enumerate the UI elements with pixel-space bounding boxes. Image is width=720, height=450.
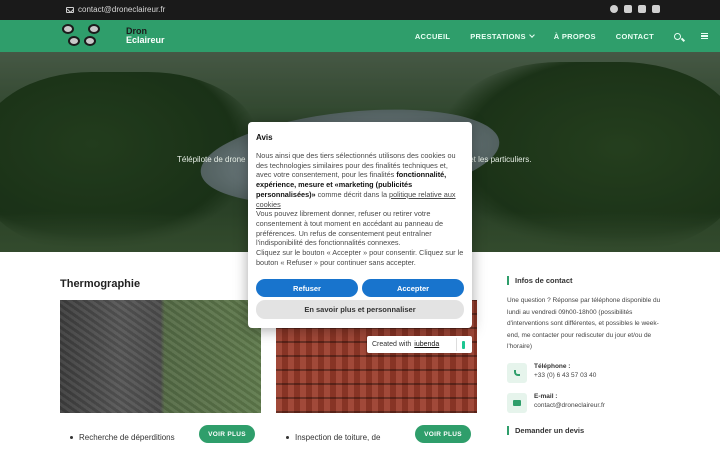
iubenda-badge[interactable]: Created with iubenda bbox=[367, 336, 472, 353]
nav-item-contact[interactable]: CONTACT bbox=[616, 32, 654, 41]
social-links bbox=[610, 5, 660, 13]
consent-p1-after: comme décrit dans la bbox=[315, 189, 390, 199]
hero-subtitle-left: Télépilote de drone bbox=[177, 155, 246, 164]
accept-button[interactable]: Accepter bbox=[362, 279, 464, 297]
nav-item-accueil[interactable]: ACCUEIL bbox=[415, 32, 450, 41]
card-1-bullet-text: Recherche de déperditions bbox=[79, 433, 175, 442]
drone-logo-icon bbox=[62, 24, 122, 48]
refuse-button[interactable]: Refuser bbox=[256, 279, 358, 297]
iubenda-logo-icon bbox=[456, 338, 469, 351]
iubenda-created-with: Created with bbox=[372, 341, 412, 348]
card-1-bullet: Recherche de déperditions bbox=[70, 433, 175, 442]
nav-item-prestations[interactable]: PRESTATIONS bbox=[470, 31, 535, 41]
search-icon[interactable] bbox=[674, 32, 681, 40]
devis-heading: Demander un devis bbox=[507, 426, 584, 435]
logo-line-2: Eclaireur bbox=[126, 35, 165, 45]
topbar-email[interactable]: contact@droneclaireur.fr bbox=[66, 5, 165, 14]
card-2-voir-plus-button[interactable]: VOIR PLUS bbox=[415, 425, 471, 443]
phone-icon bbox=[507, 363, 527, 383]
consent-p2: Vous pouvez librement donner, refuser ou… bbox=[256, 209, 444, 248]
card-1-voir-plus-button[interactable]: VOIR PLUS bbox=[199, 425, 255, 443]
devis-title: Demander un devis bbox=[515, 426, 585, 435]
nav-item-a-propos[interactable]: À PROPOS bbox=[554, 32, 596, 41]
hero-subtitle-right: s et les particuliers. bbox=[463, 155, 532, 164]
contact-info-title: Infos de contact bbox=[515, 276, 573, 285]
hamburger-menu-icon[interactable] bbox=[701, 33, 708, 39]
top-bar: contact@droneclaireur.fr bbox=[0, 0, 720, 20]
nav-item-prestations-label: PRESTATIONS bbox=[470, 31, 526, 41]
email-icon bbox=[507, 393, 527, 413]
chevron-down-icon bbox=[528, 31, 535, 38]
consent-body: Nous ainsi que des tiers sélectionnés ut… bbox=[256, 151, 464, 267]
email-value[interactable]: contact@droneclaireur.fr bbox=[534, 402, 605, 409]
nav-menu: ACCUEIL PRESTATIONS À PROPOS CONTACT bbox=[415, 20, 708, 52]
main-navbar: Dron Eclaireur ACCUEIL PRESTATIONS À PRO… bbox=[0, 20, 720, 52]
card-2-bullet: Inspection de toiture, de bbox=[286, 433, 380, 442]
phone-value[interactable]: +33 (0) 6 43 57 03 40 bbox=[534, 372, 596, 379]
phone-label: Téléphone : bbox=[534, 363, 571, 370]
youtube-icon[interactable] bbox=[652, 5, 660, 13]
consent-p3: Cliquez sur le bouton « Accepter » pour … bbox=[256, 248, 464, 267]
topbar-email-text[interactable]: contact@droneclaireur.fr bbox=[78, 5, 165, 14]
email-label: E-mail : bbox=[534, 393, 558, 400]
card-2-bullet-text: Inspection de toiture, de bbox=[295, 433, 381, 442]
instagram-icon[interactable] bbox=[624, 5, 632, 13]
cookie-consent-dialog: Avis Nous ainsi que des tiers sélectionn… bbox=[248, 122, 472, 328]
iubenda-brand-link[interactable]: iubenda bbox=[414, 341, 439, 348]
contact-info-heading: Infos de contact bbox=[507, 276, 573, 285]
section-title: Thermographie bbox=[60, 278, 141, 290]
thermography-image bbox=[60, 300, 261, 413]
facebook-icon[interactable] bbox=[610, 5, 618, 13]
site-logo[interactable]: Dron Eclaireur bbox=[62, 24, 165, 48]
learn-more-customize-button[interactable]: En savoir plus et personnaliser bbox=[256, 300, 464, 319]
envelope-icon bbox=[66, 6, 74, 13]
logo-text: Dron Eclaireur bbox=[126, 27, 165, 45]
contact-info-text: Une question ? Réponse par téléphone dis… bbox=[507, 297, 661, 350]
consent-title: Avis bbox=[256, 133, 273, 142]
linkedin-icon[interactable] bbox=[638, 5, 646, 13]
